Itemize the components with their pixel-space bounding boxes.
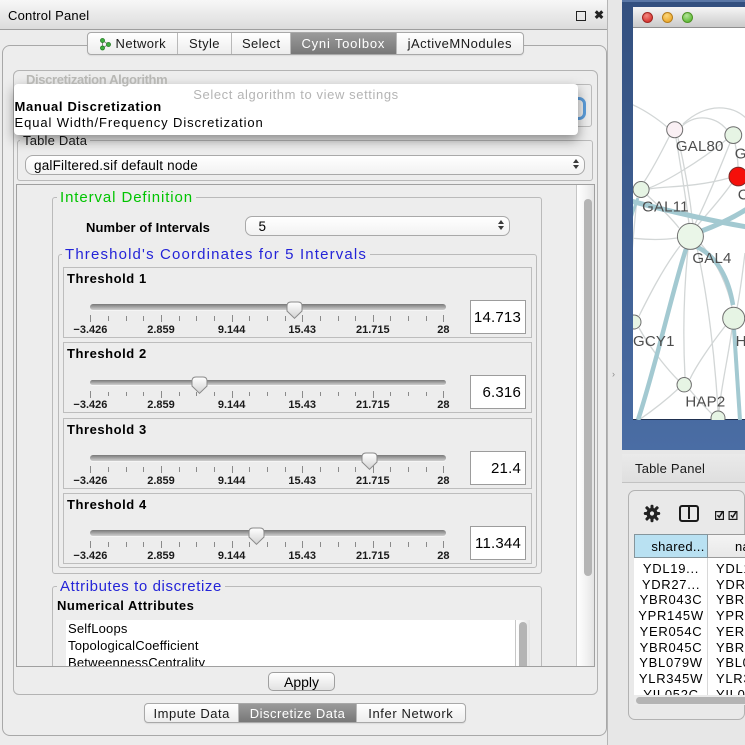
svg-text:H: H: [736, 333, 745, 350]
svg-text:GCY1: GCY1: [633, 333, 675, 350]
svg-text:HAP2: HAP2: [685, 393, 725, 410]
svg-text:GA: GA: [735, 145, 745, 162]
svg-text:GAL80: GAL80: [676, 138, 724, 155]
svg-text:C: C: [738, 187, 745, 204]
svg-text:GAL4: GAL4: [692, 250, 731, 267]
svg-text:GAL11: GAL11: [642, 199, 689, 216]
